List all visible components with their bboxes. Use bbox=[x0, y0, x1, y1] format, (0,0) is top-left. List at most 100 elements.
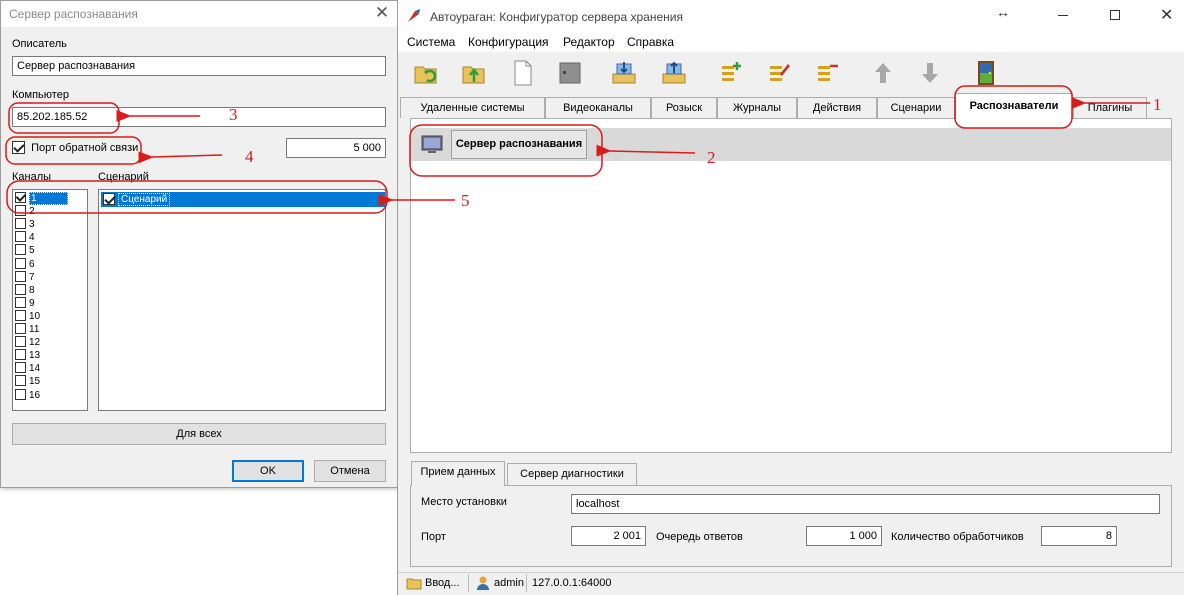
annotation-label-2: 2 bbox=[707, 148, 716, 167]
channel-item[interactable]: 15 bbox=[15, 375, 86, 388]
callback-port-label: Порт обратной связи bbox=[31, 141, 139, 154]
exit-door-icon[interactable] bbox=[971, 58, 1001, 88]
channel-item[interactable]: 1 bbox=[15, 192, 86, 205]
channel-item[interactable]: 9 bbox=[15, 296, 86, 310]
callback-port-checkbox[interactable]: Порт обратной связи bbox=[12, 141, 138, 157]
status-divider bbox=[526, 574, 527, 592]
channel-checkbox-icon[interactable] bbox=[15, 192, 26, 203]
channel-checkbox-icon[interactable] bbox=[15, 349, 26, 361]
for-all-button[interactable]: Для всех bbox=[12, 423, 386, 445]
close-document-icon[interactable] bbox=[555, 58, 585, 88]
channel-item[interactable]: 6 bbox=[15, 257, 86, 271]
upload-folder-icon[interactable] bbox=[459, 58, 489, 88]
minimize-icon[interactable] bbox=[1058, 15, 1068, 16]
channel-label: 15 bbox=[29, 376, 41, 388]
channel-item[interactable]: 8 bbox=[15, 283, 86, 297]
channel-item[interactable]: 11 bbox=[15, 323, 86, 336]
channel-label: 6 bbox=[29, 258, 35, 270]
recognizer-row[interactable]: Сервер распознавания bbox=[411, 128, 1171, 161]
channel-checkbox-icon[interactable] bbox=[15, 257, 26, 269]
channel-checkbox-icon[interactable] bbox=[15, 309, 26, 321]
callback-port-check-icon bbox=[12, 141, 25, 154]
dialog-close-icon[interactable]: ✕ bbox=[369, 2, 395, 24]
tab-diagnostics-server[interactable]: Сервер диагностики bbox=[507, 463, 637, 485]
move-up-icon[interactable] bbox=[868, 58, 898, 88]
channel-item[interactable]: 14 bbox=[15, 362, 86, 375]
channel-item[interactable]: 4 bbox=[15, 231, 86, 244]
descriptor-input[interactable]: Сервер распознавания bbox=[12, 56, 386, 76]
channels-list[interactable]: 1 2 3 4 5 6 7 8 9 10 11 12 13 14 15 16 bbox=[12, 189, 88, 411]
tab-remote-systems[interactable]: Удаленные системы bbox=[400, 97, 545, 118]
computer-label: Компьютер bbox=[12, 89, 69, 101]
import-icon[interactable] bbox=[609, 58, 639, 88]
channel-item[interactable]: 13 bbox=[15, 349, 86, 362]
channel-item[interactable]: 5 bbox=[15, 244, 86, 257]
new-document-icon[interactable] bbox=[508, 58, 538, 88]
folder-icon bbox=[406, 578, 422, 590]
channel-checkbox-icon[interactable] bbox=[15, 375, 26, 387]
channel-item[interactable]: 2 bbox=[15, 205, 86, 218]
dialog-title: Сервер распознавания bbox=[9, 7, 138, 21]
channel-label: 1 bbox=[29, 192, 68, 205]
handlers-input[interactable]: 8 bbox=[1041, 526, 1117, 546]
channel-checkbox-icon[interactable] bbox=[15, 388, 26, 400]
remove-item-icon[interactable] bbox=[812, 58, 842, 88]
callback-port-input[interactable]: 5 000 bbox=[286, 138, 386, 158]
channel-item[interactable]: 3 bbox=[15, 218, 86, 231]
app-logo-icon bbox=[408, 9, 420, 22]
tab-video-channels[interactable]: Видеоканалы bbox=[545, 97, 651, 118]
channel-checkbox-icon[interactable] bbox=[15, 270, 26, 282]
channel-item[interactable]: 16 bbox=[15, 388, 86, 402]
channel-checkbox-icon[interactable] bbox=[15, 362, 26, 374]
annotation-label-4: 4 bbox=[245, 147, 254, 166]
menu-editor[interactable]: Редактор bbox=[563, 35, 615, 49]
cancel-button[interactable]: Отмена bbox=[314, 460, 386, 482]
channel-checkbox-icon[interactable] bbox=[15, 336, 26, 348]
close-icon[interactable]: ✕ bbox=[1160, 5, 1173, 25]
recognition-server-item[interactable]: Сервер распознавания bbox=[451, 130, 587, 159]
channel-checkbox-icon[interactable] bbox=[15, 205, 26, 217]
channel-item[interactable]: 7 bbox=[15, 270, 86, 284]
menu-configuration[interactable]: Конфигурация bbox=[468, 35, 549, 49]
channel-checkbox-icon[interactable] bbox=[15, 231, 26, 243]
export-icon[interactable] bbox=[659, 58, 689, 88]
port-input[interactable]: 2 001 bbox=[571, 526, 646, 546]
tab-scenarios[interactable]: Сценарии bbox=[877, 97, 955, 118]
move-down-icon[interactable] bbox=[915, 58, 945, 88]
open-folder-icon[interactable] bbox=[411, 58, 441, 88]
ok-button[interactable]: OK bbox=[232, 460, 304, 482]
channel-item[interactable]: 10 bbox=[15, 309, 86, 323]
menu-help[interactable]: Справка bbox=[627, 35, 674, 49]
add-item-icon[interactable] bbox=[716, 58, 746, 88]
computer-input[interactable]: 85.202.185.52 bbox=[12, 107, 386, 127]
annotation-label-3: 3 bbox=[229, 105, 238, 124]
window-title: Автоураган: Конфигуратор сервера хранени… bbox=[430, 10, 683, 24]
channel-checkbox-icon[interactable] bbox=[15, 283, 26, 295]
queue-input[interactable]: 1 000 bbox=[806, 526, 882, 546]
location-label: Место установки bbox=[421, 496, 507, 508]
recognition-server-dialog: Сервер распознавания ✕ Описатель Сервер … bbox=[0, 0, 398, 488]
tab-journals[interactable]: Журналы bbox=[717, 97, 797, 118]
tab-data-reception[interactable]: Прием данных bbox=[411, 461, 505, 486]
status-input: Ввод... bbox=[425, 577, 460, 589]
maximize-icon[interactable] bbox=[1110, 10, 1120, 20]
channel-checkbox-icon[interactable] bbox=[15, 218, 26, 230]
channel-checkbox-icon[interactable] bbox=[15, 323, 26, 334]
channel-label: 4 bbox=[29, 232, 35, 244]
channel-label: 16 bbox=[29, 389, 41, 401]
status-divider bbox=[468, 574, 469, 592]
tab-actions[interactable]: Действия bbox=[797, 97, 877, 118]
scenario-list[interactable]: Сценарий bbox=[98, 189, 386, 411]
scenario-item[interactable]: Сценарий bbox=[101, 192, 385, 207]
tab-plugins[interactable]: Плагины bbox=[1073, 97, 1147, 118]
tab-recognizers[interactable]: Распознаватели bbox=[955, 93, 1073, 119]
menu-system[interactable]: Система bbox=[407, 35, 455, 49]
channel-checkbox-icon[interactable] bbox=[15, 296, 26, 308]
edit-item-icon[interactable] bbox=[764, 58, 794, 88]
channel-label: 12 bbox=[29, 337, 41, 349]
channel-checkbox-icon[interactable] bbox=[15, 244, 26, 256]
tab-search[interactable]: Розыск bbox=[651, 97, 717, 118]
location-input[interactable]: localhost bbox=[571, 494, 1160, 514]
channel-item[interactable]: 12 bbox=[15, 336, 86, 349]
channel-label: 3 bbox=[29, 219, 35, 231]
